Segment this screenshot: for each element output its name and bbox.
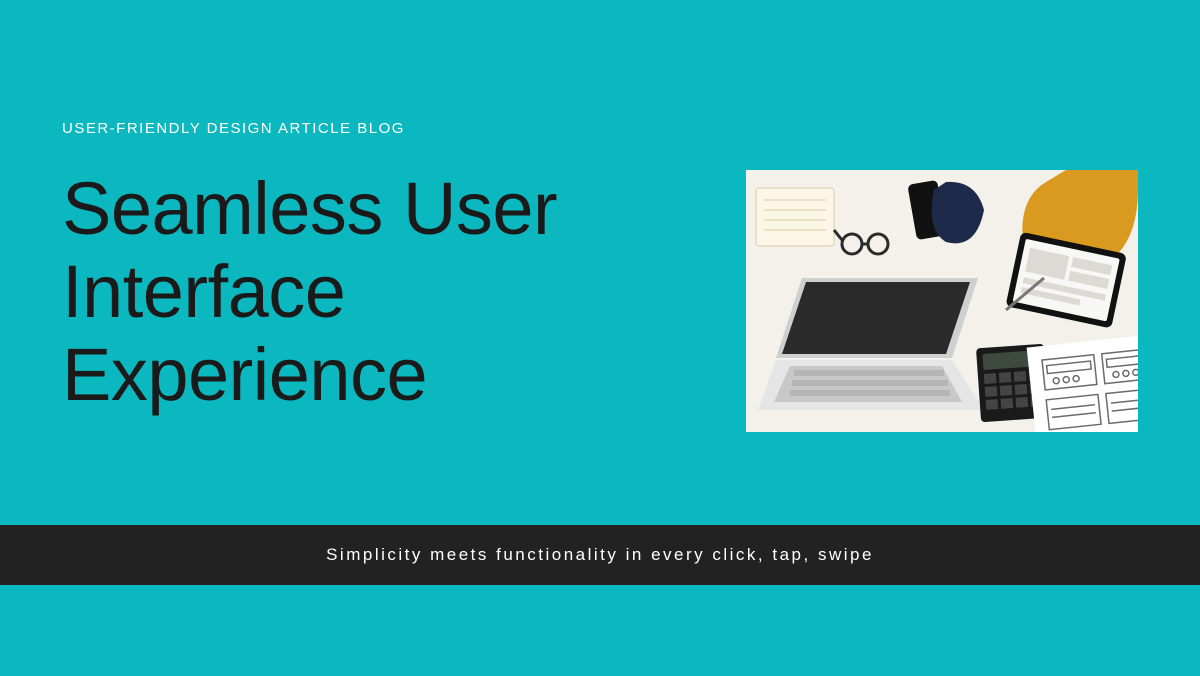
ux-workspace-photo xyxy=(746,170,1138,432)
page-headline: Seamless User Interface Experience xyxy=(62,168,702,417)
eyebrow-label: USER-FRIENDLY DESIGN ARTICLE BLOG xyxy=(62,120,405,137)
tagline-text: Simplicity meets functionality in every … xyxy=(326,545,874,565)
tagline-bar: Simplicity meets functionality in every … xyxy=(0,525,1200,585)
